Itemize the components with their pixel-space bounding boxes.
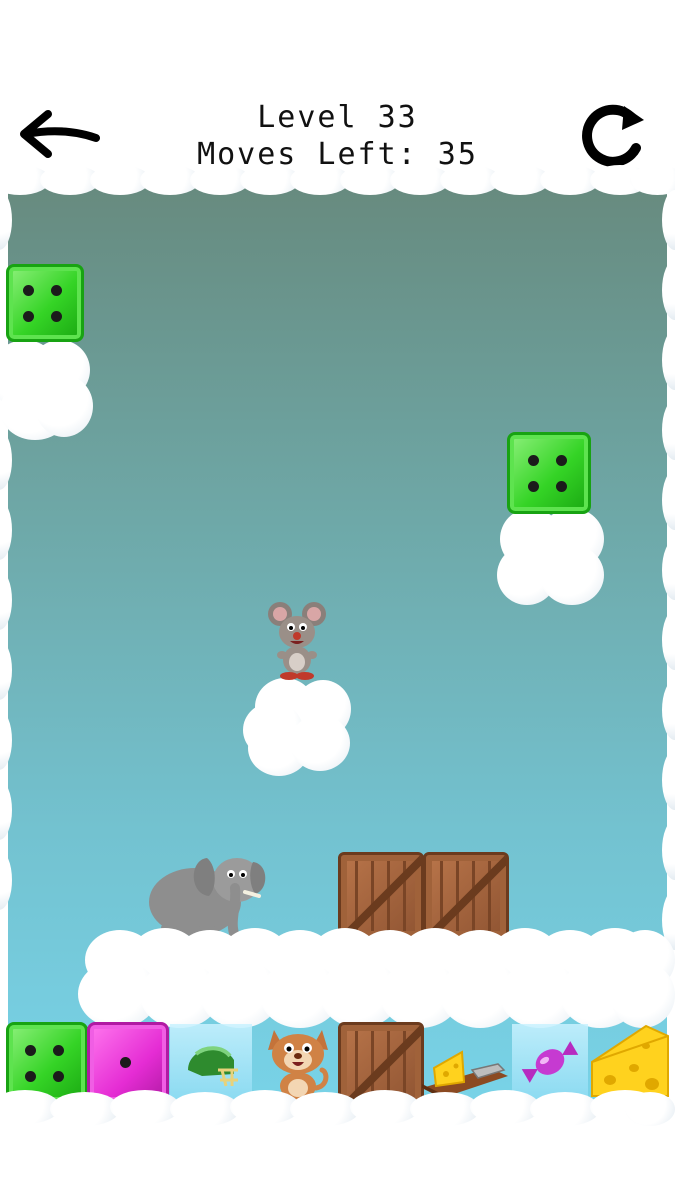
candy-icon[interactable] <box>518 1034 582 1090</box>
wooden-crate[interactable] <box>423 852 509 940</box>
cheese-wedge-icon[interactable] <box>590 1022 670 1100</box>
green-die-block[interactable] <box>6 264 84 342</box>
wooden-crate[interactable] <box>338 852 424 940</box>
back-arrow-icon[interactable] <box>18 108 102 160</box>
restart-icon[interactable] <box>574 100 658 170</box>
cat-character[interactable] <box>262 1026 334 1100</box>
elephant-character[interactable] <box>145 850 270 941</box>
green-die-block[interactable] <box>507 432 591 514</box>
football-helmet-icon[interactable] <box>182 1040 242 1090</box>
mouse-character[interactable] <box>262 600 332 682</box>
